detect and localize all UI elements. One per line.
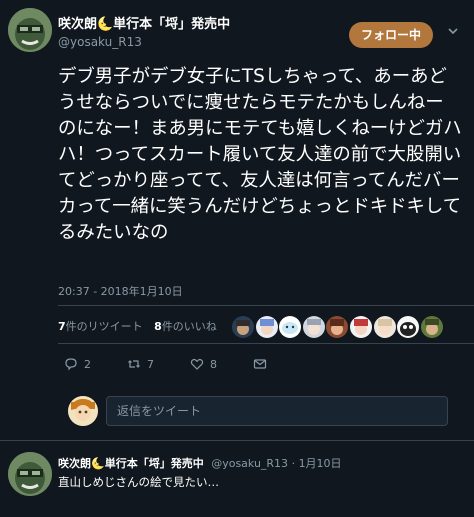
reply-author-avatar[interactable]: [8, 452, 52, 496]
liker-avatar[interactable]: [255, 316, 278, 338]
like-action[interactable]: 8: [190, 357, 217, 371]
reply-separator: ·: [291, 457, 299, 470]
reply-count: 2: [84, 357, 91, 371]
liker-avatar[interactable]: [397, 316, 420, 338]
reply-author-name[interactable]: 咲次朗🌜単行本「埒」発売中: [58, 457, 204, 470]
retweet-stat[interactable]: 7件のリツイート: [58, 320, 143, 333]
tweet-detail: 咲次朗🌜単行本「埒」発売中 @yosaku_R13 フォロー中 デブ男子がデブ女…: [0, 0, 474, 517]
reply-tweet-text: 直山しめじさんの絵で見たい…: [58, 475, 219, 489]
liker-avatar[interactable]: [232, 316, 254, 338]
reply-icon: [65, 358, 77, 371]
liker-avatar[interactable]: [349, 316, 372, 338]
liker-avatar[interactable]: [420, 316, 443, 338]
heart-icon: [190, 358, 204, 370]
engagement-stats: 7件のリツイート 8件のいいね: [58, 313, 217, 341]
tweet-timestamp[interactable]: 20:37 - 2018年1月10日: [58, 283, 183, 299]
retweet-count: 7: [147, 357, 154, 371]
dm-icon: [253, 359, 267, 369]
tweet-actions: 2 7 8: [64, 356, 309, 372]
like-count: 8: [210, 357, 217, 371]
retweet-action[interactable]: 7: [127, 357, 154, 371]
liker-avatar[interactable]: [279, 316, 302, 338]
retweet-icon: [128, 360, 140, 368]
current-user-avatar[interactable]: [68, 396, 98, 426]
author-avatar[interactable]: [8, 8, 52, 52]
liker-avatar[interactable]: [373, 316, 396, 338]
liker-avatars: [232, 316, 444, 338]
chevron-down-icon[interactable]: [446, 24, 460, 38]
reply-time[interactable]: 1月10日: [299, 457, 342, 470]
direct-message-action[interactable]: [253, 357, 273, 371]
tweet-text: デブ男子がデブ女子にTSしちゃって、あーあどうせならついでに痩せたらモテたかもし…: [58, 66, 462, 243]
author-handle[interactable]: @yosaku_R13: [58, 35, 142, 49]
reply-tweet-header: 咲次朗🌜単行本「埒」発売中 @yosaku_R13 · 1月10日: [58, 455, 342, 471]
following-button[interactable]: フォロー中: [349, 22, 433, 48]
stats-divider-top: [58, 305, 474, 306]
stats-divider-bottom: [58, 343, 474, 344]
liker-avatar[interactable]: [302, 316, 325, 338]
liker-avatar[interactable]: [326, 316, 349, 338]
reply-input[interactable]: 返信をツイート: [106, 396, 448, 426]
like-stat[interactable]: 8件のいいね: [154, 320, 217, 333]
reply-author-handle[interactable]: @yosaku_R13: [211, 457, 288, 470]
reply-action[interactable]: 2: [64, 357, 91, 371]
reply-divider: [0, 440, 474, 441]
author-name[interactable]: 咲次朗🌜単行本「埒」発売中: [58, 13, 230, 32]
